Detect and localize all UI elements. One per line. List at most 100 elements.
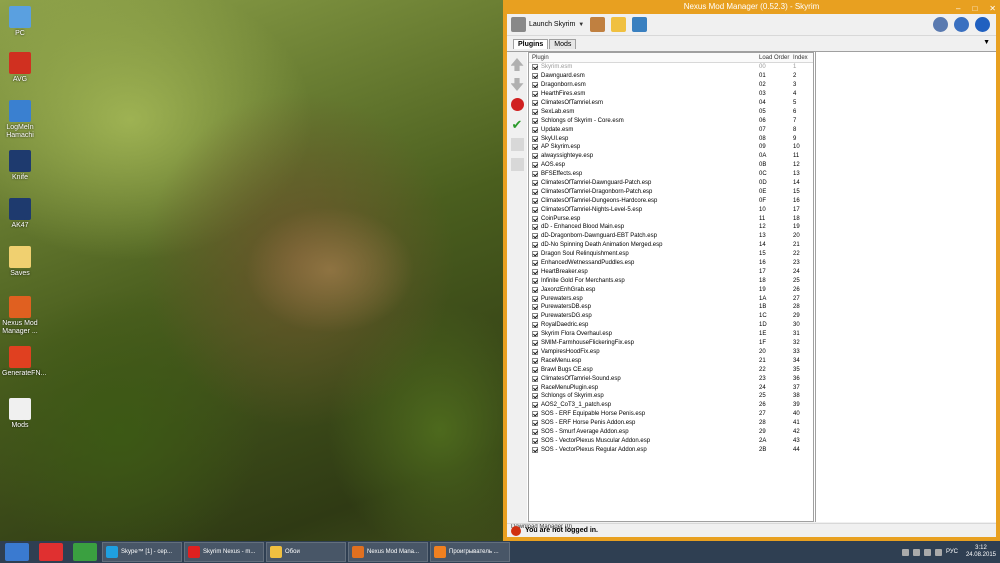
plugin-row[interactable]: PurewatersDB.esp 1B 28 — [529, 303, 813, 312]
plugin-list[interactable]: Plugin Load Order Index Skyrim.esm 00 1 Daw… — [528, 52, 814, 522]
plugin-row[interactable]: AP Skyrim.esp 09 10 — [529, 143, 813, 152]
desktop-icon[interactable]: Nexus Mod Manager ... — [2, 296, 38, 336]
plugin-checkbox[interactable] — [532, 188, 538, 195]
export-icon[interactable] — [510, 138, 524, 151]
move-down-icon[interactable] — [510, 78, 524, 91]
plugin-checkbox[interactable] — [532, 348, 538, 355]
clock[interactable]: 3:12 24.08.2015 — [966, 545, 996, 559]
folder-icon[interactable] — [611, 17, 627, 32]
plugin-checkbox[interactable] — [532, 162, 538, 169]
plugin-row[interactable]: Infinite Gold For Merchants.esp 18 25 — [529, 276, 813, 285]
tray-icon[interactable] — [912, 548, 920, 556]
column-plugin[interactable]: Plugin — [529, 53, 759, 62]
plugin-row[interactable]: SMIM-FarmhouseFlickeringFix.esp 1F 32 — [529, 339, 813, 348]
plugin-checkbox[interactable] — [532, 322, 538, 329]
plugin-checkbox[interactable] — [532, 144, 538, 151]
plugin-checkbox[interactable] — [532, 286, 538, 293]
column-index[interactable]: Index — [793, 53, 813, 62]
yandex-icon[interactable] — [39, 543, 63, 561]
plugin-row[interactable]: ClimatesOfTamriel.esm 04 5 — [529, 99, 813, 108]
plugin-checkbox[interactable] — [532, 100, 538, 106]
taskbar-task[interactable]: Проигрыватель ... — [430, 542, 510, 562]
plugin-row[interactable]: RaceMenuPlugin.esp 24 37 — [529, 383, 813, 392]
plugin-row[interactable]: Purewaters.esp 1A 27 — [529, 294, 813, 303]
refresh-icon[interactable] — [954, 17, 969, 32]
tab-mods[interactable]: Mods — [549, 39, 577, 49]
plugin-row[interactable]: JaxonzEnhGrab.esp 19 26 — [529, 285, 813, 294]
plugin-row[interactable]: ClimatesOfTamriel-Nights-Level-5.esp 10 17 — [529, 205, 813, 214]
disable-all-icon[interactable] — [510, 98, 524, 111]
network-icon[interactable] — [923, 548, 931, 556]
tray-icon[interactable] — [901, 548, 909, 556]
taskbar-task[interactable]: Skype™ [1] - сер... — [102, 542, 182, 562]
plugin-row[interactable]: SOS - VectorPlexus Regular Addon.esp 2B 44 — [529, 445, 813, 454]
plugin-checkbox[interactable] — [532, 242, 538, 249]
profile-icon[interactable] — [933, 17, 948, 32]
plugin-checkbox[interactable] — [532, 82, 538, 89]
plugin-checkbox[interactable] — [532, 224, 538, 231]
plugin-row[interactable]: Dragon Soul Relinquishment.esp 15 22 — [529, 250, 813, 259]
plugin-checkbox[interactable] — [532, 108, 538, 115]
plugin-checkbox[interactable] — [532, 197, 538, 204]
plugin-row[interactable]: SOS - ERF Horse Penis Addon.esp 28 41 — [529, 419, 813, 428]
taskbar-task[interactable]: Skyrim Nexus - m... — [184, 542, 264, 562]
plugin-row[interactable]: ClimatesOfTamriel-Dawnguard-Patch.esp 0D 1… — [529, 179, 813, 188]
plugin-checkbox[interactable] — [532, 91, 538, 98]
plugin-row[interactable]: EnhancedWetnessandPuddles.esp 16 23 — [529, 259, 813, 268]
taskbar-task[interactable]: Nexus Mod Mana... — [348, 542, 428, 562]
plugin-checkbox[interactable] — [532, 135, 538, 142]
plugin-checkbox[interactable] — [532, 260, 538, 267]
plugin-row[interactable]: Schlongs of Skyrim.esp 25 38 — [529, 392, 813, 401]
plugin-row[interactable]: Skyrim Flora Overhaul.esp 1E 31 — [529, 330, 813, 339]
plugin-checkbox[interactable] — [532, 215, 538, 222]
plugin-checkbox[interactable] — [532, 420, 538, 427]
plugin-checkbox[interactable] — [532, 180, 538, 187]
desktop-icon[interactable]: GenerateFN... — [2, 346, 46, 378]
taskbar-task[interactable]: Обои — [266, 542, 346, 562]
plugin-checkbox[interactable] — [532, 277, 538, 284]
plugin-row[interactable]: ClimatesOfTamriel-Sound.esp 23 36 — [529, 374, 813, 383]
plugin-row[interactable]: SOS - ERF Equipable Horse Penis.esp 27 40 — [529, 410, 813, 419]
plugin-checkbox[interactable] — [532, 233, 538, 240]
plugin-checkbox[interactable] — [532, 384, 538, 391]
plugin-row[interactable]: CoinPurse.esp 11 18 — [529, 214, 813, 223]
plugin-row[interactable]: AOS2_CoT3_1_patch.esp 26 39 — [529, 401, 813, 410]
plugin-checkbox[interactable] — [532, 375, 538, 382]
plugin-row[interactable]: Update.esm 07 8 — [529, 125, 813, 134]
plugin-row[interactable]: ClimatesOfTamriel-Dragonborn-Patch.esp 0E… — [529, 187, 813, 196]
plugin-row[interactable]: SkyUI.esp 08 9 — [529, 134, 813, 143]
plugin-checkbox[interactable] — [532, 428, 538, 435]
plugin-checkbox[interactable] — [532, 437, 538, 444]
plugin-row[interactable]: VampiresHoodFix.esp 20 33 — [529, 348, 813, 357]
user-icon[interactable] — [511, 525, 521, 536]
plugin-row[interactable]: Skyrim.esm 00 1 — [529, 63, 813, 72]
plugin-row[interactable]: SexLab.esm 05 6 — [529, 107, 813, 116]
desktop-icon[interactable]: LogMeIn Hamachi — [2, 100, 38, 140]
tools-icon[interactable] — [590, 17, 606, 32]
tab-menu-arrow[interactable]: ▼ — [983, 39, 990, 46]
plugin-checkbox[interactable] — [532, 446, 538, 453]
settings-icon[interactable] — [632, 17, 648, 32]
desktop-icon[interactable]: AVG — [2, 52, 38, 84]
plugin-row[interactable]: Dragonborn.esm 02 3 — [529, 81, 813, 90]
plugin-row[interactable]: Schlongs of Skyrim - Core.esm 06 7 — [529, 116, 813, 125]
utorrent-icon[interactable] — [73, 543, 97, 561]
language-indicator[interactable]: РУС — [946, 549, 958, 555]
plugin-row[interactable]: Brawl Bugs CE.esp 22 35 — [529, 365, 813, 374]
plugin-checkbox[interactable] — [532, 126, 538, 133]
plugin-checkbox[interactable] — [532, 206, 538, 213]
desktop-icon[interactable]: PC — [2, 6, 38, 38]
desktop-icon[interactable]: Saves — [2, 246, 38, 278]
enable-all-icon[interactable]: ✔ — [511, 118, 524, 131]
import-icon[interactable] — [510, 158, 524, 171]
plugin-checkbox[interactable] — [532, 393, 538, 400]
plugin-checkbox[interactable] — [532, 411, 538, 418]
desktop-icon[interactable]: Mods — [2, 398, 38, 430]
plugin-checkbox[interactable] — [532, 313, 538, 320]
move-up-icon[interactable] — [510, 58, 524, 71]
plugin-checkbox[interactable] — [532, 340, 538, 347]
window-titlebar[interactable]: Nexus Mod Manager (0.52.3) - Skyrim – □ … — [503, 0, 1000, 14]
plugin-checkbox[interactable] — [532, 171, 538, 178]
chevron-down-icon[interactable]: ▼ — [578, 22, 584, 28]
desktop-icon[interactable]: Knife — [2, 150, 38, 182]
